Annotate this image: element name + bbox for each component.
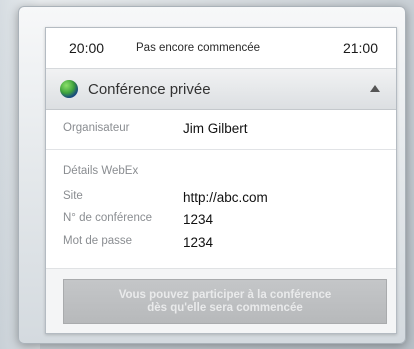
meeting-header[interactable]: Conférence privée [46,69,396,110]
end-time: 21:00 [342,40,378,56]
site-value[interactable]: http://abc.com [183,190,268,205]
organizer-label: Organisateur [63,122,130,134]
time-row: 20:00 Pas encore commencée 21:00 [46,28,396,69]
organizer-value: Jim Gilbert [183,121,248,136]
chevron-up-icon[interactable] [370,85,380,92]
conference-number-value: 1234 [183,212,214,227]
password-value: 1234 [183,235,214,250]
meeting-details-panel: 20:00 Pas encore commencée 21:00 Confére… [45,27,397,334]
meeting-status: Pas encore commencée [136,42,261,54]
join-button-line2: dès qu'elle sera commencée [147,301,303,314]
site-label: Site [63,190,83,202]
webex-section-label: Détails WebEx [63,165,139,177]
start-time: 20:00 [69,40,105,56]
join-meeting-button[interactable]: Vous pouvez participer à la conférence d… [63,279,387,324]
organizer-row: Organisateur Jim Gilbert [46,110,396,148]
join-area: Vous pouvez participer à la conférence d… [46,268,396,333]
password-label: Mot de passe [63,235,133,247]
join-button-line1: Vous pouvez participer à la conférence [118,288,332,301]
globe-icon [60,80,78,98]
conference-number-label: N° de conférence [63,212,152,224]
webex-details: Détails WebEx Site http://abc.com N° de … [46,150,396,268]
meeting-title: Conférence privée [88,80,211,98]
